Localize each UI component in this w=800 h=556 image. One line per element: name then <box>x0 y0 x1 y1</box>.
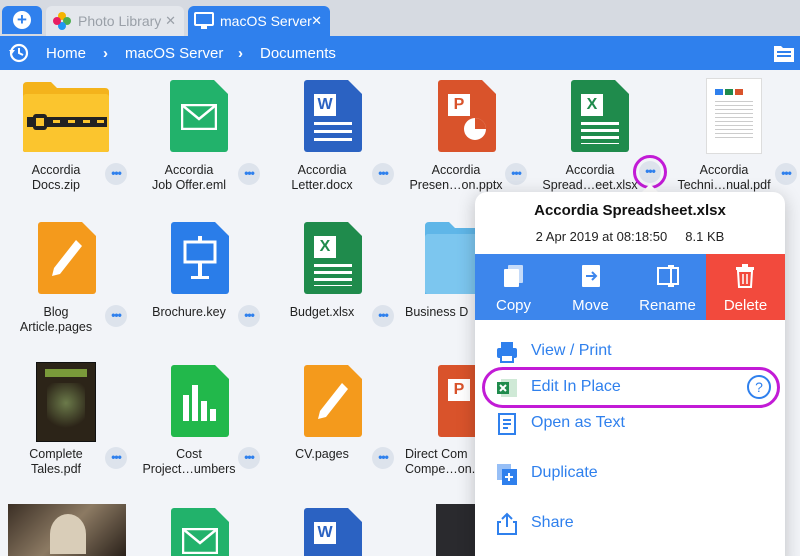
copy-icon <box>504 265 523 287</box>
more-options-button[interactable]: ••• <box>238 163 260 185</box>
breadcrumb-separator: › <box>238 45 243 62</box>
action-bar: Copy Move Rename Delete <box>475 254 785 320</box>
owl-photo-thumbnail[interactable] <box>8 504 126 556</box>
file-name: Budget.xlsx <box>289 305 355 319</box>
breadcrumb: Home › macOS Server › Documents <box>0 36 800 70</box>
file-name: Accordia Docs.zip <box>31 163 81 192</box>
more-options-button[interactable]: ••• <box>105 447 127 469</box>
powerpoint-file-icon[interactable]: P <box>438 80 496 152</box>
more-options-button[interactable]: ••• <box>372 305 394 327</box>
close-icon[interactable]: ✕ <box>165 13 176 29</box>
word-file-icon[interactable]: W <box>304 80 362 152</box>
email-file-icon[interactable] <box>170 80 228 152</box>
keynote-file-icon[interactable] <box>171 222 229 294</box>
file-name: CV.pages <box>295 447 349 461</box>
file-size: 8.1 KB <box>685 229 725 244</box>
file-name: Brochure.key <box>152 305 226 319</box>
file-date: 2 Apr 2019 at 08:18:50 <box>535 229 668 244</box>
word-file-icon[interactable]: W <box>304 508 362 556</box>
share-row[interactable]: Share <box>495 510 775 538</box>
move-icon <box>582 265 600 287</box>
more-options-button[interactable]: ••• <box>505 163 527 185</box>
duplicate-row[interactable]: Duplicate <box>495 460 775 488</box>
highlight-pill <box>482 367 780 408</box>
pages-file-icon[interactable] <box>38 222 96 294</box>
monitor-icon <box>194 12 214 29</box>
excel-file-icon[interactable]: X <box>304 222 362 294</box>
file-name: Accordia Presen…on.pptx <box>409 163 503 192</box>
more-options-button[interactable]: ••• <box>775 163 797 185</box>
more-options-button[interactable]: ••• <box>105 163 127 185</box>
more-options-button[interactable]: ••• <box>372 447 394 469</box>
move-button[interactable]: Move <box>552 254 629 320</box>
pages-file-icon[interactable] <box>304 365 362 437</box>
trash-icon <box>736 264 754 288</box>
file-name: Accordia Techni…nual.pdf <box>677 163 771 192</box>
excel-file-icon[interactable]: X <box>571 80 629 152</box>
pdf-book-cover[interactable] <box>36 362 96 442</box>
tab-macos-server[interactable]: macOS Server ✕ <box>188 6 330 36</box>
zip-folder-icon[interactable] <box>21 80 111 154</box>
folder-view-icon[interactable] <box>773 43 795 63</box>
new-tab-button[interactable]: + <box>2 6 42 34</box>
plus-icon: + <box>13 11 31 29</box>
file-name: Accordia Letter.docx <box>291 163 353 192</box>
more-options-button[interactable]: ••• <box>238 305 260 327</box>
tab-label: macOS Server <box>220 13 312 29</box>
breadcrumb-home[interactable]: Home <box>46 45 86 62</box>
numbers-file-icon[interactable] <box>171 365 229 437</box>
rename-icon <box>657 265 679 287</box>
copy-button[interactable]: Copy <box>475 254 552 320</box>
popover-title: Accordia Spreadsheet.xlsx <box>534 202 726 219</box>
more-options-button[interactable]: ••• <box>238 447 260 469</box>
file-details: 2 Apr 2019 at 08:18:50 8.1 KB <box>475 229 785 244</box>
dark-thumbnail[interactable] <box>436 504 476 556</box>
more-options-button[interactable]: ••• <box>105 305 127 327</box>
history-icon[interactable] <box>8 42 30 64</box>
pdf-thumbnail[interactable] <box>706 78 762 154</box>
rename-button[interactable]: Rename <box>629 254 706 320</box>
tab-label: Photo Library <box>78 13 162 29</box>
file-name: Blog Article.pages <box>19 305 93 334</box>
file-name: Complete Tales.pdf <box>29 447 83 476</box>
text-document-icon <box>498 413 516 435</box>
close-icon[interactable]: ✕ <box>311 13 322 29</box>
delete-button[interactable]: Delete <box>706 254 785 320</box>
share-icon <box>497 512 517 535</box>
breadcrumb-macos-server[interactable]: macOS Server <box>125 45 223 62</box>
file-name: Cost Project…umbers <box>142 447 236 476</box>
breadcrumb-documents: Documents <box>260 45 336 62</box>
email-file-icon[interactable] <box>171 508 229 556</box>
duplicate-icon <box>497 464 517 485</box>
view-print-row[interactable]: View / Print <box>495 338 775 366</box>
photos-icon <box>53 12 71 30</box>
tab-bar: + Photo Library ✕ macOS Server ✕ <box>0 0 800 36</box>
file-name: Accordia Job Offer.eml <box>151 163 227 192</box>
breadcrumb-separator: › <box>103 45 108 62</box>
tab-photo-library[interactable]: Photo Library ✕ <box>46 6 184 36</box>
file-name: Accordia Spread…eet.xlsx <box>542 163 638 192</box>
printer-icon <box>497 342 517 363</box>
open-as-text-row[interactable]: Open as Text <box>495 410 775 438</box>
more-options-button[interactable]: ••• <box>372 163 394 185</box>
